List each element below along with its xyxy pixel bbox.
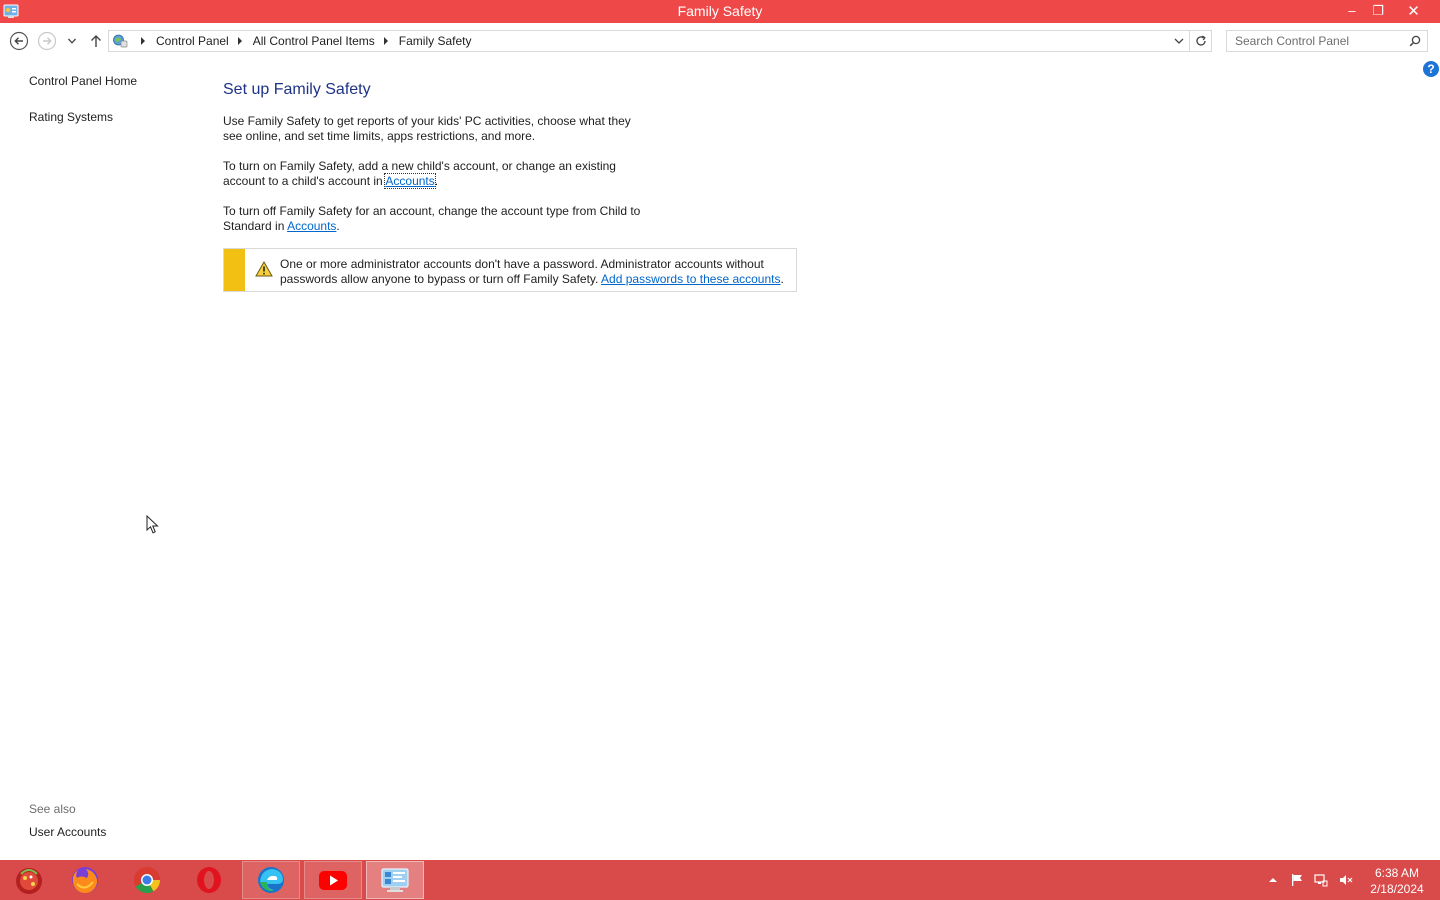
chevron-down-icon: [68, 38, 76, 44]
address-dropdown-icon[interactable]: [1173, 35, 1185, 47]
show-hidden-icons-icon[interactable]: [1266, 873, 1280, 887]
taskbar-youtube[interactable]: [304, 861, 362, 899]
minimize-button[interactable]: –: [1339, 0, 1365, 21]
taskbar-chrome[interactable]: [118, 861, 176, 899]
youtube-icon: [319, 871, 347, 890]
search-input[interactable]: [1227, 31, 1403, 51]
breadcrumb-control-panel[interactable]: Control Panel: [155, 34, 230, 48]
warning-message: One or more administrator accounts don't…: [280, 257, 790, 287]
breadcrumb-separator-icon[interactable]: [383, 37, 388, 45]
search-icon[interactable]: [1409, 35, 1421, 47]
control-panel-icon: [381, 868, 409, 892]
title-bar: Family Safety – ❐ ✕: [0, 0, 1440, 23]
up-arrow-icon: [91, 35, 101, 47]
warning-icon: [255, 261, 273, 277]
mouse-cursor-icon: [146, 515, 159, 534]
maximize-button[interactable]: ❐: [1365, 0, 1391, 21]
taskbar-firefox[interactable]: [56, 861, 114, 899]
turn-on-text: To turn on Family Safety, add a new chil…: [223, 159, 653, 189]
user-accounts-link[interactable]: User Accounts: [29, 825, 106, 839]
chrome-icon: [134, 867, 161, 894]
system-clock[interactable]: 6:38 AM 2/18/2024: [1362, 865, 1432, 897]
accounts-link-2[interactable]: Accounts: [287, 219, 336, 233]
turn-off-text: To turn off Family Safety for an account…: [223, 204, 653, 234]
breadcrumb-separator-icon[interactable]: [237, 37, 242, 45]
warning-message-end: .: [780, 272, 784, 286]
clock-time: 6:38 AM: [1374, 866, 1420, 880]
forward-button[interactable]: [37, 31, 57, 51]
accounts-link[interactable]: Accounts: [384, 173, 436, 189]
taskbar-opera[interactable]: [180, 861, 238, 899]
back-arrow-icon: [9, 31, 29, 51]
taskbar: 6:38 AM 2/18/2024: [0, 860, 1440, 900]
start-icon: [16, 868, 42, 894]
address-bar[interactable]: Control Panel All Control Panel Items Fa…: [108, 30, 1190, 52]
breadcrumb: Control Panel All Control Panel Items Fa…: [133, 34, 472, 48]
control-panel-home-link[interactable]: Control Panel Home: [29, 74, 137, 88]
close-button[interactable]: ✕: [1391, 0, 1436, 21]
turn-on-text-end: .: [434, 174, 439, 188]
taskbar-control-panel[interactable]: [366, 861, 424, 899]
intro-text: Use Family Safety to get reports of your…: [223, 114, 631, 143]
refresh-button[interactable]: [1190, 30, 1212, 52]
clock-date: 2/18/2024: [1370, 882, 1424, 896]
breadcrumb-family-safety[interactable]: Family Safety: [398, 34, 473, 48]
volume-muted-icon[interactable]: [1339, 873, 1353, 887]
add-passwords-link[interactable]: Add passwords to these accounts: [601, 272, 780, 286]
see-also-label: See also: [29, 802, 76, 816]
taskbar-edge[interactable]: [242, 861, 300, 899]
forward-arrow-icon: [37, 31, 57, 51]
page-title: Set up Family Safety: [223, 81, 371, 98]
warning-stripe: [224, 249, 245, 291]
help-icon[interactable]: ?: [1423, 61, 1439, 77]
search-box[interactable]: [1226, 30, 1428, 52]
refresh-icon: [1195, 35, 1206, 46]
breadcrumb-separator-icon[interactable]: [141, 37, 145, 45]
edge-icon: [258, 867, 284, 893]
action-center-flag-icon[interactable]: [1290, 873, 1304, 887]
start-button[interactable]: [0, 861, 58, 899]
network-icon[interactable]: [1314, 873, 1328, 887]
turn-off-text-body: To turn off Family Safety for an account…: [223, 204, 641, 233]
breadcrumb-all-items[interactable]: All Control Panel Items: [252, 34, 376, 48]
recent-locations-button[interactable]: [64, 31, 80, 51]
control-panel-location-icon: [113, 34, 128, 48]
navigation-bar: Control Panel All Control Panel Items Fa…: [0, 23, 1440, 59]
turn-off-text-end: .: [336, 219, 340, 233]
up-button[interactable]: [86, 31, 106, 51]
window-title: Family Safety: [677, 3, 763, 19]
firefox-icon: [72, 867, 98, 894]
rating-systems-link[interactable]: Rating Systems: [29, 110, 113, 124]
password-warning-box: One or more administrator accounts don't…: [223, 248, 797, 292]
back-button[interactable]: [9, 31, 29, 51]
opera-icon: [197, 867, 221, 893]
